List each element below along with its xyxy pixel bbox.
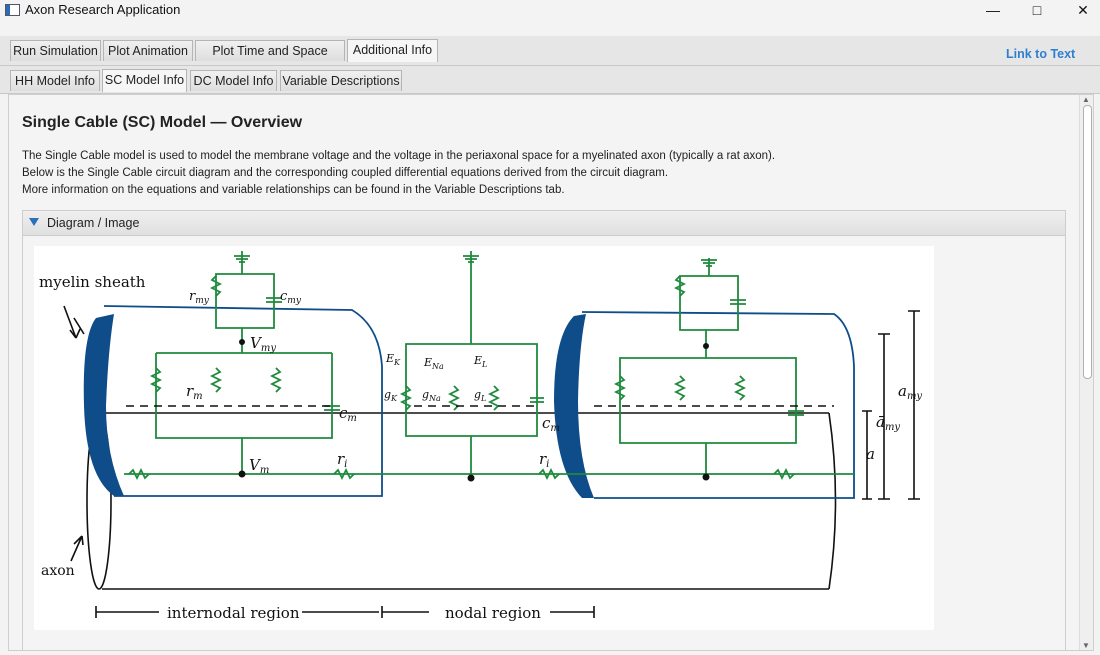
window-title: Axon Research Application	[25, 2, 181, 17]
vmy-label: Vmy	[250, 334, 276, 354]
rmy-label: rmy	[189, 289, 210, 306]
content-pane: Single Cable (SC) Model — Overview The S…	[8, 94, 1094, 651]
expand-arrow-icon[interactable]	[29, 218, 39, 226]
rmy-cmy-loop	[215, 273, 275, 329]
vmy-node-dot	[239, 339, 245, 345]
vm-node-dot-right	[702, 473, 710, 481]
nodal-region-label: nodal region	[445, 604, 541, 622]
circuit-diagram: myelin sheath axon internodal region nod…	[34, 246, 934, 630]
scroll-down-icon[interactable]: ▼	[1082, 641, 1090, 650]
tab-variable-descriptions[interactable]: Variable Descriptions	[280, 70, 402, 91]
myelin-right-outline	[581, 311, 855, 499]
tab-sc-model-info[interactable]: SC Model Info	[102, 69, 187, 92]
main-tab-bar: Run Simulation Plot Animation Plot Time …	[0, 36, 1100, 79]
diagram-panel-header[interactable]: Diagram / Image	[22, 210, 1066, 236]
rm-cm-bus-right	[619, 357, 797, 444]
ri-label-left: ri	[337, 450, 347, 470]
tab-run-simulation[interactable]: Run Simulation	[10, 40, 101, 61]
tab-dc-model-info[interactable]: DC Model Info	[190, 70, 277, 91]
maximize-icon[interactable]: □	[1014, 0, 1060, 22]
app-icon	[5, 4, 20, 16]
tab-hh-model-info[interactable]: HH Model Info	[10, 70, 100, 91]
diagram-panel-label: Diagram / Image	[47, 216, 140, 230]
rmy-cmy-loop-right	[679, 275, 739, 331]
a-label: a	[866, 445, 875, 463]
diagram-panel-body: myelin sheath axon internodal region nod…	[22, 236, 1066, 650]
rm-cm-bus-left	[155, 352, 333, 439]
node-dot-center	[467, 474, 475, 482]
gl-label: gL	[474, 388, 486, 403]
vmy-node-dot-right	[703, 343, 709, 349]
link-to-text[interactable]: Link to Text	[1006, 47, 1075, 61]
vm-label: Vm	[249, 456, 269, 476]
gk-label: gK	[384, 388, 398, 403]
rm-resistor-2	[209, 367, 223, 393]
myelin-right-shape	[554, 314, 594, 498]
scroll-thumb[interactable]	[1083, 105, 1092, 379]
tab-plot-animation[interactable]: Plot Animation	[103, 40, 193, 61]
page-title: Single Cable (SC) Model — Overview	[22, 114, 303, 131]
rm-label: rm	[186, 382, 203, 402]
el-label: EL	[473, 354, 487, 369]
cmy-label: cmy	[280, 289, 302, 306]
ground-left	[234, 251, 250, 274]
ground-node	[463, 251, 479, 344]
vm-node-dot	[238, 470, 246, 478]
rm-resistor-r2	[673, 375, 687, 401]
close-icon[interactable]: ✕	[1060, 0, 1100, 22]
ek-label: EK	[385, 352, 401, 367]
description-line-2: Below is the Single Cable circuit diagra…	[22, 167, 669, 179]
description-line-1: The Single Cable model is used to model …	[22, 150, 776, 162]
a-my-outer-bar	[908, 310, 920, 500]
myelin-sheath-label: myelin sheath	[39, 273, 146, 291]
ena-label: ENa	[423, 356, 444, 371]
circuit-diagram-svg: myelin sheath axon internodal region nod…	[39, 251, 922, 622]
ground-right	[701, 258, 717, 276]
internodal-region-label: internodal region	[167, 604, 300, 622]
amy-label: amy	[898, 382, 922, 402]
rm-resistor-r3	[733, 375, 747, 401]
gna-label: gNa	[422, 388, 441, 403]
sub-tab-bar: HH Model Info SC Model Info DC Model Inf…	[0, 66, 1100, 94]
cm-label-left: cm	[339, 404, 357, 424]
scroll-up-icon[interactable]: ▲	[1082, 95, 1090, 104]
tab-plot-time-space[interactable]: Plot Time and Space Shots	[195, 40, 345, 79]
axon-right-end	[828, 412, 837, 590]
axon-label: axon	[41, 563, 75, 579]
vertical-scrollbar[interactable]: ▲ ▼	[1079, 95, 1093, 650]
myelin-arrow	[63, 305, 85, 339]
myelin-left-shape	[83, 314, 124, 496]
axon-arrow	[70, 535, 84, 562]
ri-label-right: ri	[539, 450, 549, 470]
abar-my-label: āmy	[876, 413, 900, 433]
description-line-3: More information on the equations and va…	[22, 184, 565, 196]
title-bar: Axon Research Application — □ ✕	[0, 0, 1100, 34]
minimize-icon[interactable]: —	[970, 0, 1016, 22]
tab-additional-info[interactable]: Additional Info	[347, 39, 438, 62]
rm-resistor-3	[269, 367, 283, 393]
